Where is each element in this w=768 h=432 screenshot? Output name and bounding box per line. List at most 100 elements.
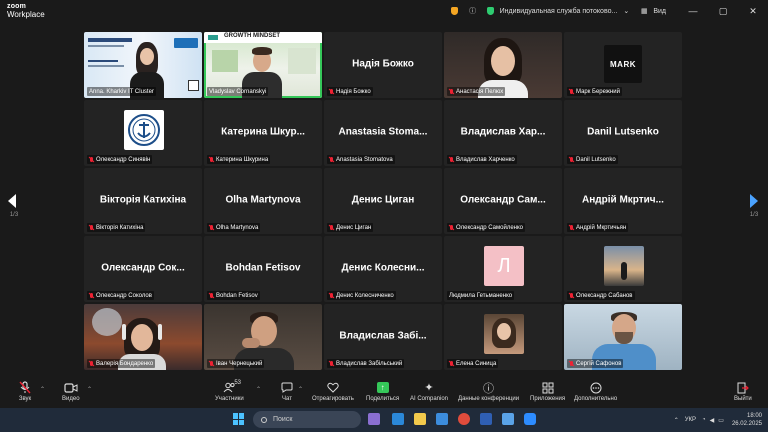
- minimize-button[interactable]: —: [678, 0, 708, 22]
- avatar: [604, 246, 644, 286]
- taskbar-search[interactable]: Поиск: [253, 411, 361, 428]
- participant-display-name: Катерина Шкур...: [221, 126, 305, 138]
- participant-display-name: Olha Martynova: [225, 194, 301, 206]
- participant-tile[interactable]: Bohdan Fetisov Bohdan Fetisov: [204, 236, 322, 302]
- chevron-down-icon[interactable]: ⌄: [621, 6, 631, 16]
- more-button[interactable]: Дополнительно: [574, 381, 617, 402]
- participant-name: Олександр Сабанов: [567, 291, 635, 300]
- participant-tile[interactable]: Надія Божко Надія Божко: [324, 32, 442, 98]
- participant-tile[interactable]: MARK Марк Бережний: [564, 32, 682, 98]
- participant-name: Людмила Гетьманенко: [447, 291, 515, 300]
- participant-display-name: Андрій Мкртич...: [582, 194, 664, 206]
- title-bar: zoom Workplace ⓘ Индивидуальная служба п…: [0, 0, 768, 22]
- participant-tile[interactable]: Олександр Сабанов: [564, 236, 682, 302]
- participant-name: Марк Бережний: [567, 87, 622, 96]
- encryption-shield-icon[interactable]: [486, 6, 496, 16]
- camera-icon: [64, 381, 78, 394]
- participant-tile[interactable]: Анастасія Пелюх: [444, 32, 562, 98]
- participant-tile[interactable]: Олександр Синявін: [84, 100, 202, 166]
- mic-muted-icon: [449, 224, 454, 231]
- participant-name: Денис Колесниченко: [327, 291, 396, 300]
- mic-muted-icon: [89, 224, 94, 231]
- system-tray: ⌃ УКР ◔ ◀ ▭ 18:00 26.02.2025: [674, 411, 762, 429]
- participant-tile[interactable]: Владислав Хар... Владислав Харченко: [444, 100, 562, 166]
- participant-tile[interactable]: Катерина Шкур... Катерина Шкурина: [204, 100, 322, 166]
- mic-muted-icon: [329, 292, 334, 299]
- view-button[interactable]: Вид: [653, 8, 666, 15]
- sparkle-icon: ✦: [424, 382, 434, 394]
- meeting-info-button[interactable]: ⓘ Данные конференции: [458, 381, 519, 403]
- windows-start-icon[interactable]: [233, 413, 245, 425]
- chat-button[interactable]: Чат: [280, 381, 294, 402]
- participant-tile[interactable]: Сергій Сафонов: [564, 304, 682, 370]
- participant-tile[interactable]: Владислав Забі... Владислав Забільський: [324, 304, 442, 370]
- participant-name: Вікторія Катихіна: [87, 223, 146, 232]
- mic-muted-icon: [449, 156, 454, 163]
- participant-display-name: Олександр Сам...: [460, 194, 546, 206]
- maximize-button[interactable]: ▢: [708, 0, 738, 22]
- info-icon: ⓘ: [483, 382, 495, 395]
- share-screen-button[interactable]: ↑ Поделиться: [366, 381, 399, 402]
- react-button[interactable]: Отреагировать: [312, 381, 354, 402]
- mute-button[interactable]: Звук: [18, 381, 32, 402]
- info-icon[interactable]: ⓘ: [468, 6, 478, 16]
- participant-tile[interactable]: Danil Lutsenko Danil Lutsenko: [564, 100, 682, 166]
- participant-tile[interactable]: Anna. Kharkiv IT Cluster: [84, 32, 202, 98]
- participant-tile[interactable]: Денис Колесни... Денис Колесниченко: [324, 236, 442, 302]
- participant-tile[interactable]: Елена Синица: [444, 304, 562, 370]
- participant-tile[interactable]: Олександр Сок... Олександр Соколов: [84, 236, 202, 302]
- edge-icon[interactable]: [392, 413, 404, 425]
- apps-button[interactable]: Приложения: [530, 381, 565, 402]
- logo-line2: Workplace: [7, 10, 45, 19]
- next-page-button[interactable]: 1/3: [748, 194, 760, 218]
- task-view-icon[interactable]: [368, 413, 380, 425]
- share-screen-icon: ↑: [376, 381, 390, 394]
- search-icon: [261, 416, 267, 423]
- ai-companion-button[interactable]: ✦ AI Companion: [410, 381, 448, 402]
- participant-tile[interactable]: Anastasia Stoma... Anastasia Stomatova: [324, 100, 442, 166]
- chrome-icon[interactable]: [458, 413, 470, 425]
- participants-button[interactable]: 53 Участники: [215, 380, 244, 402]
- participant-display-name: Олександр Сок...: [101, 262, 185, 274]
- video-button[interactable]: Видео: [62, 381, 80, 402]
- wifi-icon[interactable]: ◔: [702, 417, 706, 423]
- security-shield-icon[interactable]: [450, 6, 460, 16]
- battery-icon[interactable]: ▭: [718, 417, 724, 424]
- zoom-app-icon[interactable]: [524, 413, 536, 425]
- avatar: [124, 110, 164, 150]
- avatar: MARK: [604, 45, 642, 83]
- participant-tile[interactable]: Іван Чернецький: [204, 304, 322, 370]
- volume-icon[interactable]: ◀: [710, 417, 715, 424]
- chevron-up-icon[interactable]: ⌃: [674, 417, 679, 424]
- word-icon[interactable]: [480, 413, 492, 425]
- participant-name: Олександр Синявін: [87, 155, 153, 164]
- participant-tile[interactable]: Olha Martynova Olha Martynova: [204, 168, 322, 234]
- language-indicator[interactable]: УКР: [685, 417, 696, 423]
- participant-name: Андрій Мкртичьян: [567, 223, 629, 232]
- mic-muted-icon: [329, 360, 334, 367]
- clock[interactable]: 18:00 26.02.2025: [732, 412, 762, 428]
- previous-page-button[interactable]: 1/3: [8, 194, 20, 218]
- chevron-up-icon[interactable]: ⌃: [40, 386, 45, 393]
- mic-muted-icon: [89, 360, 94, 367]
- chevron-up-icon[interactable]: ⌃: [87, 386, 92, 393]
- participant-tile[interactable]: Олександр Сам... Олександр Самойленко: [444, 168, 562, 234]
- leave-icon: [736, 381, 750, 394]
- gallery-view-icon[interactable]: ▦: [639, 6, 649, 16]
- chevron-up-icon[interactable]: ⌃: [298, 386, 303, 393]
- store-icon[interactable]: [436, 413, 448, 425]
- leave-button[interactable]: Выйти: [734, 381, 752, 402]
- participant-tile[interactable]: Вікторія Катихіна Вікторія Катихіна: [84, 168, 202, 234]
- participant-tile[interactable]: Андрій Мкртич... Андрій Мкртичьян: [564, 168, 682, 234]
- participant-tile[interactable]: Денис Циган Денис Циган: [324, 168, 442, 234]
- participant-name: Anastasia Stomatova: [327, 155, 395, 164]
- participant-tile[interactable]: Л Людмила Гетьманенко: [444, 236, 562, 302]
- chevron-up-icon[interactable]: ⌃: [256, 386, 261, 393]
- mail-icon[interactable]: [502, 413, 514, 425]
- participant-tile[interactable]: Валерія Бондаренко: [84, 304, 202, 370]
- close-button[interactable]: ✕: [738, 0, 768, 22]
- mic-muted-icon: [329, 88, 334, 95]
- chat-icon: [280, 381, 294, 394]
- file-explorer-icon[interactable]: [414, 413, 426, 425]
- participant-tile-active-speaker[interactable]: GROWTH MINDSET Vladyslav Cornanskyi: [204, 32, 322, 98]
